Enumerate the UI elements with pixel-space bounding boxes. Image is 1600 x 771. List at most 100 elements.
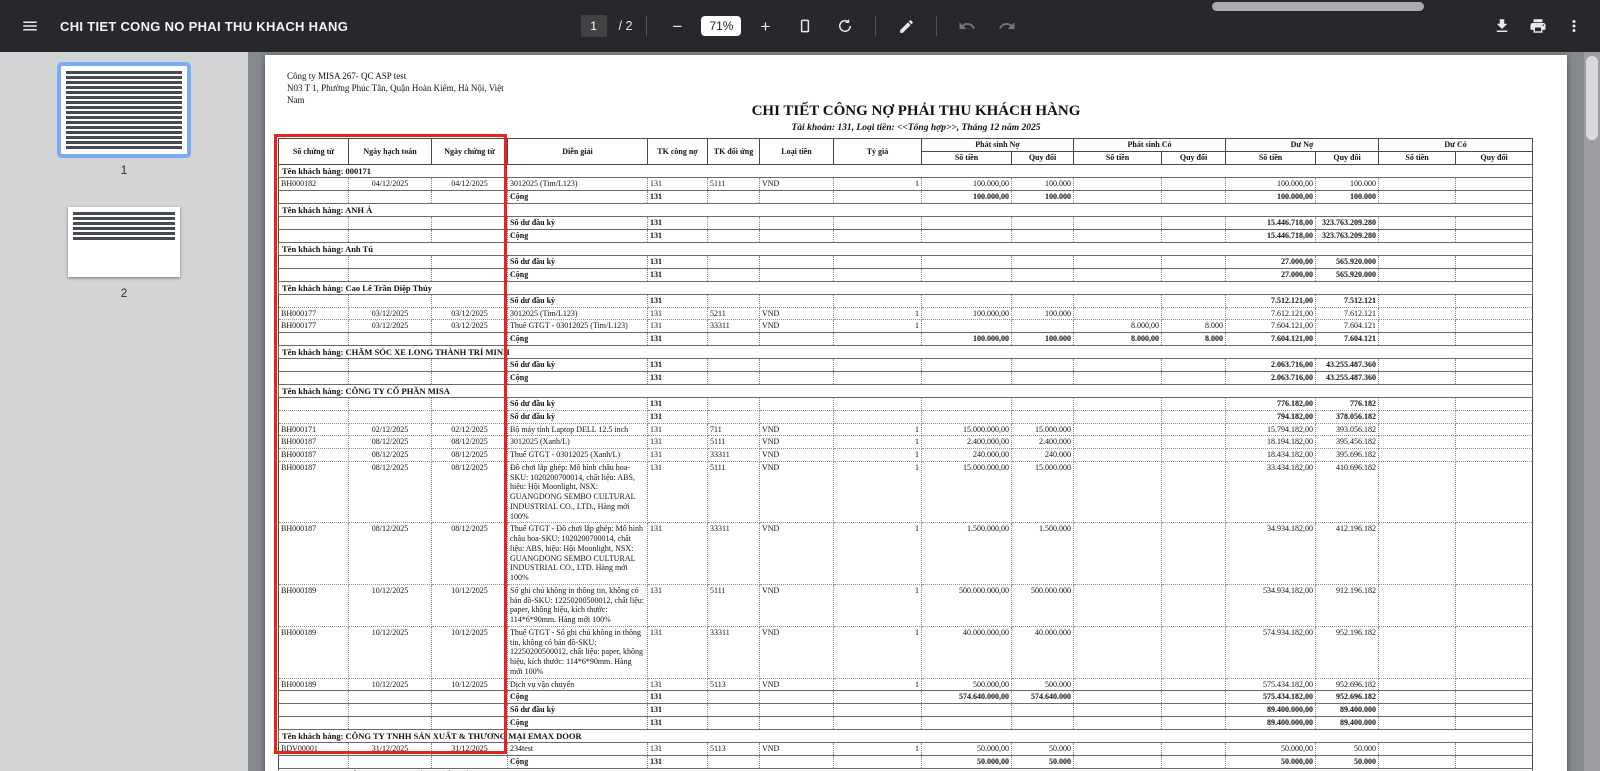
- table-cell: [759, 371, 834, 385]
- col-header-so-tien: Số tiền: [921, 151, 1012, 165]
- page-thumbnail-1[interactable]: 1: [0, 62, 248, 177]
- table-cell: 8.000,00: [1073, 332, 1163, 346]
- table-cell: [1455, 422, 1534, 437]
- table-cell: 5113: [707, 742, 760, 756]
- table-cell: [348, 216, 432, 230]
- total-row: Cộng 131 574.640.000,00 574.640.000 575.434.…: [278, 690, 1534, 705]
- table-cell: 15.446.718,00: [1225, 228, 1317, 243]
- customer-group-row: Tên khách hàng: ANH Ả: [277, 202, 1534, 218]
- table-cell: [431, 409, 508, 424]
- table-cell: [1455, 435, 1534, 450]
- table-cell: [1378, 625, 1457, 679]
- customer-group-row: Tên khách hàng: CHĂM SÓC XE LONG THÀNH T…: [277, 344, 1534, 360]
- download-icon[interactable]: [1486, 10, 1518, 42]
- table-cell: 1: [833, 422, 922, 437]
- table-cell: 89.400.000: [1315, 703, 1380, 717]
- table-cell: 18.434.182,00: [1225, 448, 1317, 462]
- table-cell: Cộng: [507, 371, 648, 385]
- table-cell: 08/12/2025: [431, 435, 508, 450]
- table-cell: [431, 332, 508, 346]
- table-cell: 08/12/2025: [348, 435, 432, 450]
- table-cell: 89.400.000,00: [1225, 703, 1317, 717]
- table-cell: 2.400.000: [1010, 435, 1075, 450]
- table-cell: [1378, 435, 1457, 450]
- table-cell: [1455, 677, 1534, 692]
- customer-group-label: Tên khách hàng: CÔNG TY TNHH SẢN XUẤT & …: [277, 728, 1534, 744]
- table-cell: [1378, 255, 1457, 269]
- table-cell: [707, 358, 760, 373]
- table-cell: [431, 255, 508, 269]
- table-cell: [833, 690, 922, 705]
- table-cell: 1.500.000,00: [921, 522, 1012, 585]
- table-cell: [707, 267, 760, 282]
- rotate-icon[interactable]: [829, 10, 861, 42]
- table-cell: Thuế GTGT - 03012025 (Tim/L123): [507, 319, 648, 334]
- table-cell: 131: [647, 435, 708, 450]
- table-cell: [707, 690, 760, 705]
- undo-icon[interactable]: [951, 10, 983, 42]
- table-cell: [707, 293, 760, 308]
- table-cell: [1161, 397, 1227, 411]
- table-cell: [1010, 255, 1075, 269]
- table-cell: 1: [833, 177, 922, 192]
- table-cell: 03/12/2025: [431, 319, 508, 334]
- table-cell: [759, 255, 834, 269]
- zoom-level-field[interactable]: 71%: [701, 16, 742, 36]
- table-cell: 3012025 (Tim/L123): [507, 306, 648, 321]
- table-cell: [1455, 703, 1534, 717]
- redo-icon[interactable]: [991, 10, 1023, 42]
- col-header-so-tien: Số tiền: [1225, 151, 1317, 165]
- annotate-pen-icon[interactable]: [890, 10, 922, 42]
- table-cell: 131: [647, 754, 708, 769]
- table-cell: [348, 267, 432, 282]
- table-cell: 574.640.000: [1010, 690, 1075, 705]
- table-cell: [1010, 703, 1075, 717]
- table-cell: 100.000: [1315, 190, 1380, 204]
- zoom-out-button[interactable]: −: [661, 10, 693, 42]
- vertical-scrollbar[interactable]: [1584, 52, 1600, 771]
- table-cell: [759, 409, 834, 424]
- page-number-input[interactable]: [580, 15, 607, 37]
- table-row: BDV00001 31/12/2025 31/12/2025 234test 131 51…: [278, 742, 1534, 756]
- table-cell: [1073, 677, 1163, 692]
- table-cell: [1455, 409, 1534, 424]
- table-cell: 100.000: [1010, 332, 1075, 346]
- toolbar-divider: [875, 16, 877, 36]
- customer-group-row: Tên khách hàng: CÔNG TY CỔ PHẦN MISA: [277, 383, 1534, 399]
- table-cell: [431, 293, 508, 308]
- table-cell: 7.512.121: [1315, 293, 1380, 308]
- table-cell: 534.934.182,00: [1225, 583, 1317, 627]
- col-header-quy-doi: Quy đổi: [1010, 151, 1075, 165]
- scrollbar-thumb[interactable]: [1586, 56, 1598, 140]
- table-cell: 574.640.000,00: [921, 690, 1012, 705]
- customer-group-label: Tên khách hàng: Anh Tú: [277, 241, 1534, 257]
- table-cell: 952.696.182: [1315, 690, 1380, 705]
- table-cell: 575.434.182,00: [1225, 677, 1317, 692]
- more-options-icon[interactable]: [1558, 10, 1590, 42]
- table-cell: [921, 397, 1012, 411]
- table-cell: [1378, 690, 1457, 705]
- table-cell: 131: [647, 690, 708, 705]
- table-cell: [431, 397, 508, 411]
- table-cell: [1161, 715, 1227, 730]
- table-cell: [1161, 448, 1227, 462]
- table-cell: [1161, 371, 1227, 385]
- table-cell: [1378, 397, 1457, 411]
- table-cell: 03/12/2025: [348, 319, 432, 334]
- table-cell: [1073, 190, 1163, 204]
- table-cell: [1161, 177, 1227, 192]
- table-cell: [1073, 715, 1163, 730]
- page-thumbnail-2[interactable]: 2: [0, 207, 248, 300]
- table-cell: 10/12/2025: [348, 625, 432, 679]
- fit-page-icon[interactable]: [789, 10, 821, 42]
- zoom-in-button[interactable]: +: [749, 10, 781, 42]
- menu-icon[interactable]: [14, 10, 46, 42]
- table-cell: [348, 715, 432, 730]
- table-cell: 100.000: [1315, 177, 1380, 192]
- table-cell: BH000187: [278, 460, 349, 524]
- print-icon[interactable]: [1522, 10, 1554, 42]
- table-cell: [1455, 293, 1534, 308]
- table-cell: 03/12/2025: [348, 306, 432, 321]
- table-cell: 50.000,00: [1225, 754, 1317, 769]
- table-cell: 7.604.121: [1315, 319, 1380, 334]
